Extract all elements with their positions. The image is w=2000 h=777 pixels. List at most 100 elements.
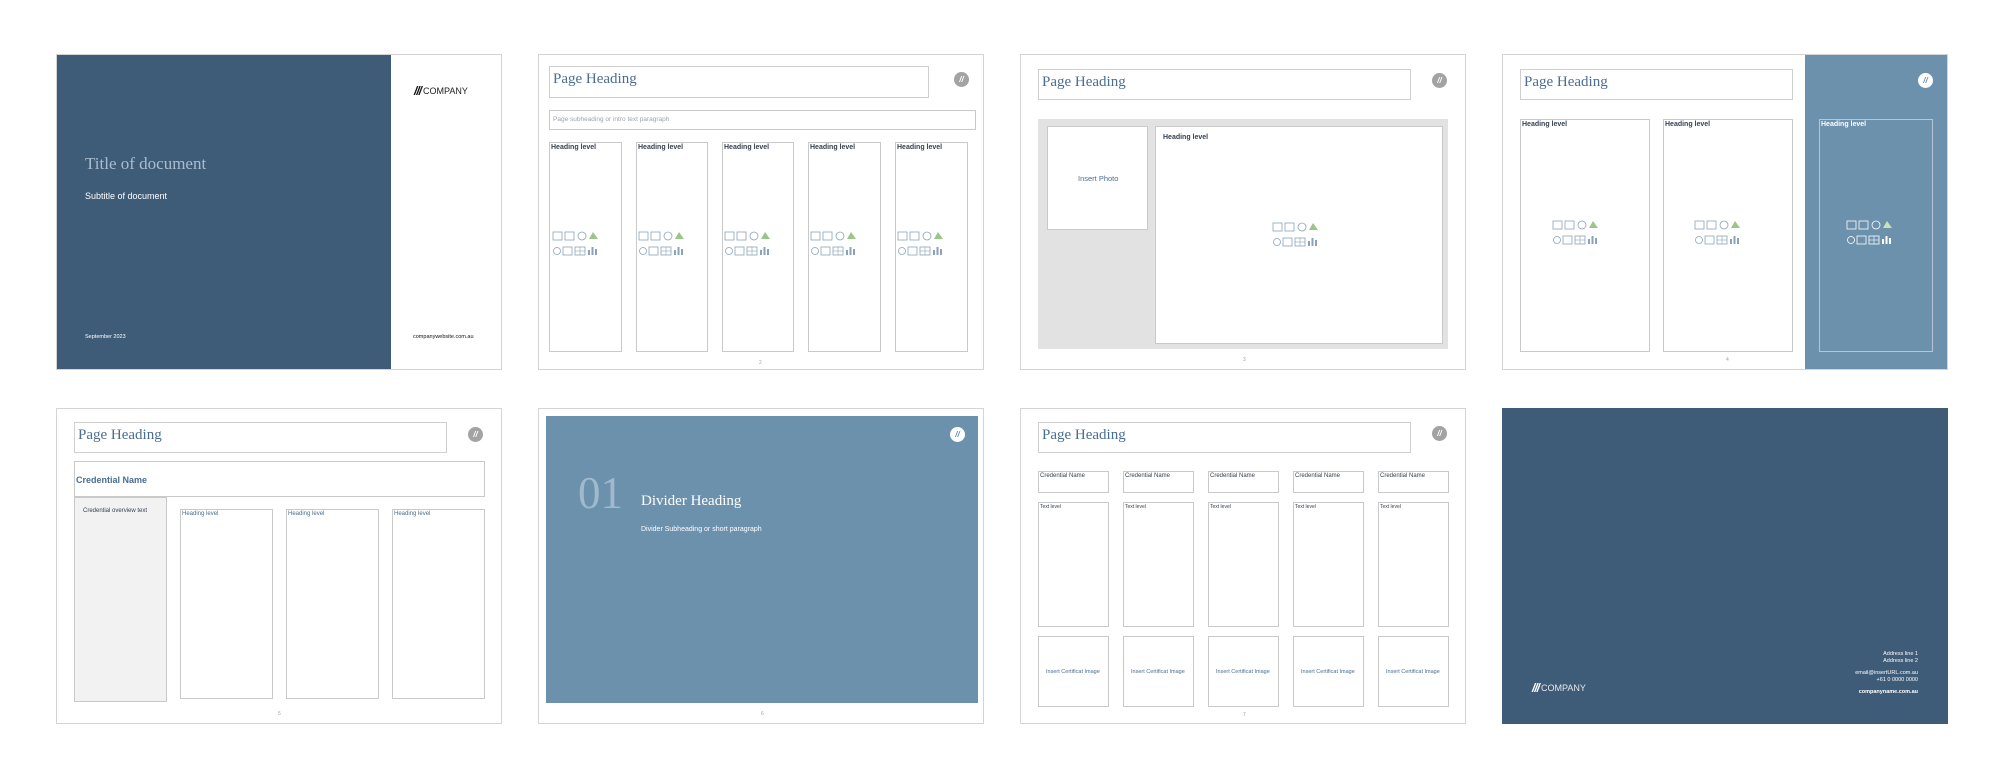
website-link[interactable]: companyname.com.au	[1855, 689, 1918, 696]
insert-certificate-label: Insert Certificat Image	[1301, 669, 1355, 675]
content-placeholder-icons[interactable]	[1694, 219, 1742, 249]
text-level: Text level	[1125, 504, 1146, 510]
column-heading: Heading level	[1665, 121, 1711, 128]
credential-name: Credential Name	[1210, 473, 1256, 479]
content-placeholder-icons[interactable]	[552, 230, 600, 260]
divider-number: 01	[578, 468, 623, 518]
slide-credential[interactable]: Page Heading // Credential Name Credenti…	[56, 408, 502, 724]
page-number: 4	[1726, 357, 1729, 363]
divider-heading: Divider Heading	[641, 493, 742, 509]
photo-placeholder[interactable]: Insert Photo	[1047, 126, 1148, 230]
column-heading: Heading level	[724, 144, 770, 151]
page-number: 6	[761, 711, 764, 717]
document-subtitle: Subtitle of document	[85, 191, 168, 201]
logo-badge-icon: //	[950, 427, 965, 442]
insert-content-icons	[638, 231, 684, 256]
overview-text: Credential overview text	[83, 508, 148, 514]
panel-heading: Heading level	[1163, 134, 1209, 141]
text-box: Text level	[1208, 502, 1279, 627]
credential-box: Credential Name	[1208, 471, 1279, 493]
credential-name: Credential Name	[1125, 473, 1171, 479]
insert-certificate-label: Insert Certificat Image	[1131, 669, 1185, 675]
credential-name: Credential Name	[1380, 473, 1426, 479]
column-heading: Heading level	[394, 511, 431, 517]
column-heading: Heading level	[288, 511, 325, 517]
divider-panel	[546, 416, 978, 703]
slide-photo-panel[interactable]: Page Heading // Insert Photo Heading lev…	[1020, 54, 1466, 370]
column-box: Heading level	[392, 509, 485, 699]
logo-badge-icon: //	[1918, 73, 1933, 88]
logo-badge-icon: //	[1432, 426, 1447, 441]
document-date: September 2023	[85, 334, 126, 340]
slide-certificates[interactable]: Page Heading // Credential Name Credenti…	[1020, 408, 1466, 724]
insert-content-icons	[897, 231, 943, 256]
slide-back-cover[interactable]: /// COMPANY Address line 1 Address line …	[1502, 408, 1948, 724]
divider-subheading: Divider Subheading or short paragraph	[641, 526, 762, 533]
page-number: 5	[278, 711, 281, 717]
credential-box: Credential Name	[1293, 471, 1364, 493]
column-heading: Heading level	[1522, 121, 1568, 128]
certificate-image-placeholder[interactable]: Insert Certificat Image	[1038, 636, 1109, 707]
insert-content-icons	[552, 231, 598, 256]
content-placeholder-icons[interactable]	[638, 230, 686, 260]
page-heading: Page Heading	[549, 66, 929, 98]
insert-certificate-label: Insert Certificat Image	[1046, 669, 1100, 675]
logo-badge-icon: //	[468, 427, 483, 442]
company-logo: /// COMPANY	[414, 84, 468, 98]
content-placeholder-icons[interactable]	[810, 230, 858, 260]
address-line-1: Address line 1	[1883, 651, 1918, 657]
slide-two-column-sidebar[interactable]: Page Heading Heading level Heading level…	[1502, 54, 1948, 370]
text-box: Text level	[1293, 502, 1364, 627]
page-heading: Page Heading	[1520, 69, 1793, 100]
title-panel	[57, 55, 391, 369]
credential-name: Credential Name	[1295, 473, 1341, 479]
column-heading: Heading level	[182, 511, 219, 517]
logo-mark-icon: ///	[1532, 681, 1540, 695]
insert-certificate-label: Insert Certificat Image	[1386, 669, 1440, 675]
logo-text: COMPANY	[1541, 683, 1586, 693]
page-number: 3	[1243, 357, 1246, 363]
company-website: companywebsite.com.au	[413, 334, 474, 340]
content-placeholder-icons[interactable]	[724, 230, 772, 260]
company-logo: /// COMPANY	[1532, 681, 1586, 695]
column-heading: Heading level	[551, 144, 597, 151]
slide-divider[interactable]: 01 Divider Heading Divider Subheading or…	[538, 408, 984, 724]
certificate-image-placeholder[interactable]: Insert Certificat Image	[1293, 636, 1364, 707]
insert-content-icons	[1552, 220, 1598, 245]
page-number: 7	[1243, 712, 1246, 718]
text-level: Text level	[1295, 504, 1316, 510]
sidebar-heading: Heading level	[1821, 121, 1867, 128]
overview-panel: Credential overview text	[74, 497, 167, 702]
address-line-2: Address line 2	[1883, 658, 1918, 664]
email-link[interactable]: email@insertURL.com.au	[1855, 670, 1918, 677]
credential-box: Credential Name	[1123, 471, 1194, 493]
phone-number: +61 0 0000 0000	[1876, 677, 1918, 683]
slide-title-page[interactable]: Title of document Subtitle of document S…	[56, 54, 502, 370]
content-placeholder-icons[interactable]	[1846, 219, 1894, 249]
subheading-field[interactable]: Page subheading or intro text paragraph	[549, 110, 976, 130]
text-level: Text level	[1210, 504, 1231, 510]
contact-details: Address line 1 Address line 2 email@inse…	[1855, 651, 1918, 696]
certificate-image-placeholder[interactable]: Insert Certificat Image	[1378, 636, 1449, 707]
certificate-image-placeholder[interactable]: Insert Certificat Image	[1208, 636, 1279, 707]
text-box: Text level	[1038, 502, 1109, 627]
certificate-image-placeholder[interactable]: Insert Certificat Image	[1123, 636, 1194, 707]
text-box: Text level	[1378, 502, 1449, 627]
insert-content-icons	[1694, 220, 1740, 245]
logo-text: COMPANY	[423, 86, 468, 96]
credential-name-box: Credential Name	[74, 461, 485, 497]
slide-five-column[interactable]: Page Heading // Page subheading or intro…	[538, 54, 984, 370]
column-box: Heading level	[180, 509, 273, 699]
subheading-text: Page subheading or intro text paragraph	[553, 116, 670, 123]
text-level: Text level	[1040, 504, 1061, 510]
insert-content-icons	[1846, 220, 1892, 245]
insert-certificate-label: Insert Certificat Image	[1216, 669, 1270, 675]
column-box: Heading level	[286, 509, 379, 699]
content-placeholder-icons[interactable]	[897, 230, 945, 260]
content-placeholder-icons[interactable]	[1272, 221, 1320, 251]
credential-name: Credential Name	[1040, 473, 1086, 479]
text-box: Text level	[1123, 502, 1194, 627]
credential-box: Credential Name	[1378, 471, 1449, 493]
insert-content-icons	[1272, 222, 1318, 247]
content-placeholder-icons[interactable]	[1552, 219, 1600, 249]
